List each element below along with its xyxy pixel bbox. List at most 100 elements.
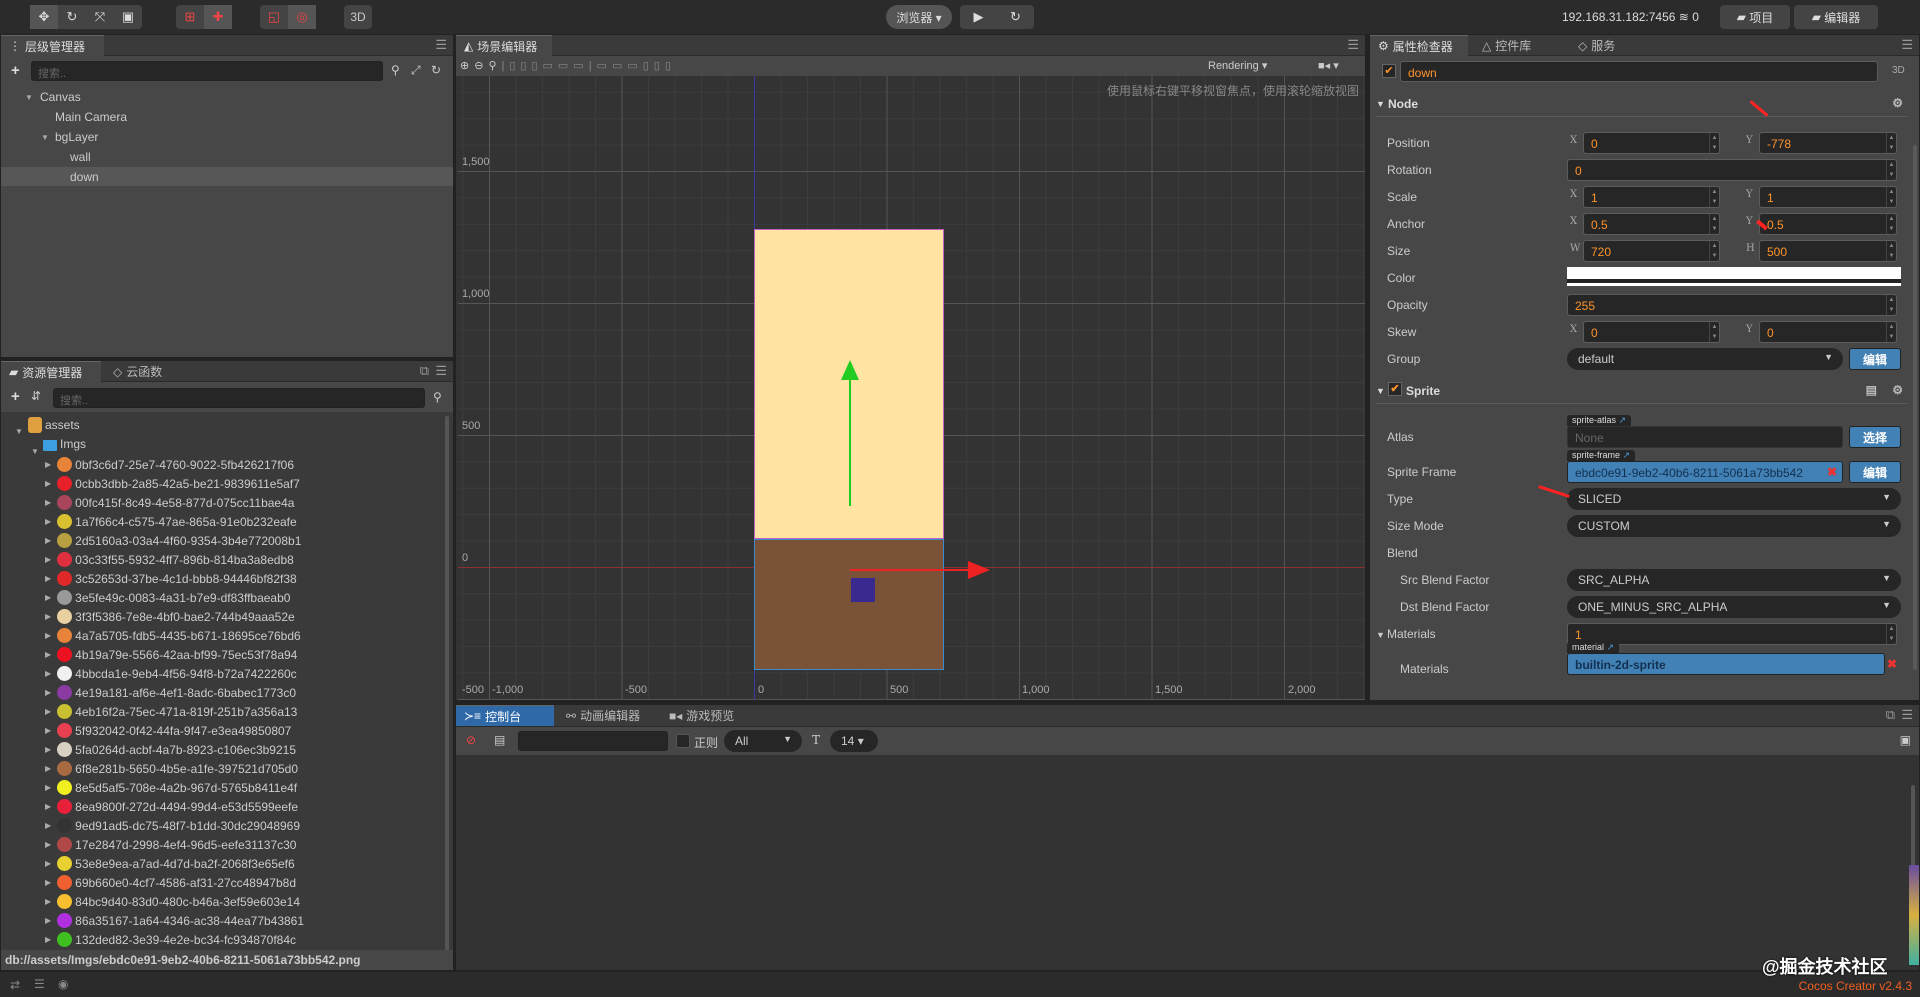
expand-arrow-icon[interactable]: ▶ [45,840,51,849]
search-icon[interactable]: ⚲ [391,63,400,77]
asset-root[interactable]: assets [45,418,80,432]
expand-arrow-icon[interactable]: ▶ [45,460,51,469]
open-project-button[interactable]: ▰ 项目 [1720,5,1790,29]
expand-arrow-icon[interactable]: ▶ [45,650,51,659]
zoom-reset-icon[interactable]: ⚲ [488,60,501,72]
gizmo-x-axis[interactable] [850,569,970,571]
hierarchy-search-input[interactable]: 搜索.. [31,61,383,81]
down-sprite-selected[interactable] [754,539,944,670]
scale-x-input[interactable]: 1 ▲ ▼ [1583,186,1720,208]
external-link-icon[interactable]: ↗ [1619,415,1627,425]
asset-item[interactable]: ▶ 4bbcda1e-9eb4-4f56-94f8-b72a7422260c [45,664,297,683]
edit-group-button[interactable]: 编辑 [1849,348,1901,370]
rect-tool-icon[interactable]: ▣ [114,5,142,29]
expand-arrow-icon[interactable]: ▶ [45,631,51,640]
expand-arrow-icon[interactable]: ▶ [45,574,51,583]
menu-icon[interactable]: ☰ [1347,37,1359,53]
dst-blend-select[interactable]: ONE_MINUS_SRC_ALPHA ▼ [1567,596,1901,618]
font-size-select[interactable]: 14 ▾ [830,730,878,752]
anchor-x-input[interactable]: 0.5 ▲ ▼ [1583,213,1720,235]
asset-item[interactable]: ▶ 69b660e0-4cf7-4586-af31-27cc48947b8d [45,873,296,892]
search-icon[interactable]: ⚲ [433,390,442,404]
asset-item[interactable]: ▶ 53e8e9ea-a7ad-4d7d-ba2f-2068f3e65ef6 [45,854,295,873]
tab-cloud-functions[interactable]: ◇ 云函数 [105,361,170,382]
stepper-icon[interactable]: ▲ ▼ [1886,241,1896,261]
tab-services[interactable]: ◇ 服务 [1570,35,1623,56]
asset-item[interactable]: ▶ 5f932042-0f42-44fa-9f47-e3ea49850807 [45,721,291,740]
log-level-select[interactable]: All ▼ [724,730,802,752]
stepper-icon[interactable]: ▲ ▼ [1709,322,1719,342]
3d-toggle[interactable]: 3D [1892,65,1905,76]
node-section-header[interactable]: ▼ Node ⚙ [1376,91,1907,117]
edit-sprite-frame-button[interactable]: 编辑 [1849,461,1901,483]
tab-game-preview[interactable]: ■◂ 游戏预览 [661,705,742,726]
tab-hierarchy[interactable]: ⋮ 层级管理器 [1,35,104,56]
atlas-field[interactable]: None [1567,426,1843,448]
sprite-type-select[interactable]: SLICED ▼ [1567,488,1901,510]
asset-item[interactable]: ▶ 8ea9800f-272d-4494-99d4-e53d5599eefe [45,797,298,816]
stepper-icon[interactable]: ▲ ▼ [1709,214,1719,234]
skew-y-input[interactable]: 0 ▲ ▼ [1759,321,1897,343]
stepper-icon[interactable]: ▲ ▼ [1709,241,1719,261]
asset-item[interactable]: ▶ 4a7a5705-fdb5-4435-b671-18695ce76bd6 [45,626,301,645]
clear-icon[interactable]: ⊘ [466,733,476,747]
add-node-icon[interactable]: + [11,62,20,79]
expand-arrow-icon[interactable]: ▶ [45,593,51,602]
gizmo-x-arrow-icon[interactable] [968,561,990,579]
asset-item[interactable]: ▶ 17e2847d-2998-4ef4-96d5-eefe31137c30 [45,835,296,854]
sprite-enabled-checkbox[interactable]: ✔ [1388,382,1402,396]
material-field[interactable]: builtin-2d-sprite [1567,653,1885,675]
expand-arrow-icon[interactable]: ▶ [45,612,51,621]
sprite-section-header[interactable]: ▼ ✔ Sprite ▤ ⚙ [1376,378,1907,404]
zoom-out-icon[interactable]: ⊖ [474,60,488,72]
size-mode-select[interactable]: CUSTOM ▼ [1567,515,1901,537]
gizmo-y-arrow-icon[interactable] [841,360,859,380]
asset-item[interactable]: ▶ 9ed91ad5-dc75-48f7-b1dd-30dc29048969 [45,816,300,835]
external-link-icon[interactable]: ↗ [1607,642,1615,652]
expand-arrow-icon[interactable]: ▼ [25,93,33,102]
expand-arrow-icon[interactable]: ▶ [45,517,51,526]
refresh-icon[interactable]: ↻ [997,5,1034,29]
tab-widget-library[interactable]: △ 控件库 [1474,35,1539,56]
asset-item[interactable]: ▶ 2d5160a3-03a4-4f60-9354-3b4e772008b1 [45,531,301,550]
tab-console[interactable]: ≻≡ 控制台 [456,705,554,726]
external-link-icon[interactable]: ↗ [1623,450,1631,460]
asset-folder-imgs[interactable]: Imgs [60,437,86,451]
stepper-icon[interactable]: ▲ ▼ [1886,187,1896,207]
asset-item[interactable]: ▶ 3f3f5386-7e8e-4bf0-bae2-744b49aaa52e [45,607,295,626]
expand-arrow-icon[interactable]: ▶ [45,802,51,811]
collapse-icon[interactable]: ▣ [1900,733,1911,747]
move-tool-icon[interactable]: ✥ [30,5,58,29]
3d-toggle[interactable]: 3D [344,5,372,29]
asset-item[interactable]: ▶ 3c52653d-37be-4c1d-bbb8-94446bf82f38 [45,569,297,588]
menu-icon[interactable]: ☰ [435,37,447,53]
asset-item[interactable]: ▶ 0bf3c6d7-25e7-4760-9022-5fb426217f06 [45,455,294,474]
collapse-arrow-icon[interactable]: ▼ [1376,630,1385,640]
stepper-icon[interactable]: ▲ ▼ [1886,214,1896,234]
stepper-icon[interactable]: ▲ ▼ [1886,624,1896,644]
tree-node-wall[interactable]: wall [70,150,91,164]
global-coord-icon[interactable]: ◎ [288,5,316,29]
expand-arrow-icon[interactable]: ▶ [45,935,51,944]
color-picker[interactable] [1567,267,1901,286]
tab-animation-editor[interactable]: ⚯ 动画编辑器 [558,705,648,726]
asset-item[interactable]: ▶ 4eb16f2a-75ec-471a-819f-251b7a356a13 [45,702,297,721]
select-atlas-button[interactable]: 选择 [1849,426,1901,448]
scale-tool-icon[interactable]: ⤧ [86,5,114,29]
expand-arrow-icon[interactable]: ▶ [45,688,51,697]
expand-arrow-icon[interactable]: ▶ [45,783,51,792]
anchor-y-input[interactable]: 0.5 ▲ ▼ [1759,213,1897,235]
expand-arrow-icon[interactable]: ▶ [45,764,51,773]
sprite-frame-field[interactable]: ebdc0e91-9eb2-40b6-8211-5061a73bb542 [1567,461,1843,483]
refresh-icon[interactable]: ↻ [431,63,441,77]
popout-icon[interactable]: ⧉ [1886,707,1895,723]
asset-item[interactable]: ▶ 1a7f66c4-c575-47ae-865a-91e0b232eafe [45,512,297,531]
tree-node-canvas[interactable]: Canvas [40,90,81,104]
tab-scene-editor[interactable]: ◭ 场景编辑器 [456,35,552,56]
expand-arrow-icon[interactable]: ▶ [45,536,51,545]
asset-item[interactable]: ▶ 4b19a79e-5566-42aa-bf99-75ec53f78a94 [45,645,297,664]
sync-icon[interactable]: ⇄ [10,978,20,992]
tree-node-bglayer[interactable]: bgLayer [55,130,98,144]
console-filter-input[interactable] [518,731,668,751]
asset-item[interactable]: ▶ 84bc9d40-83d0-480c-b46a-3ef59e603e14 [45,892,300,911]
